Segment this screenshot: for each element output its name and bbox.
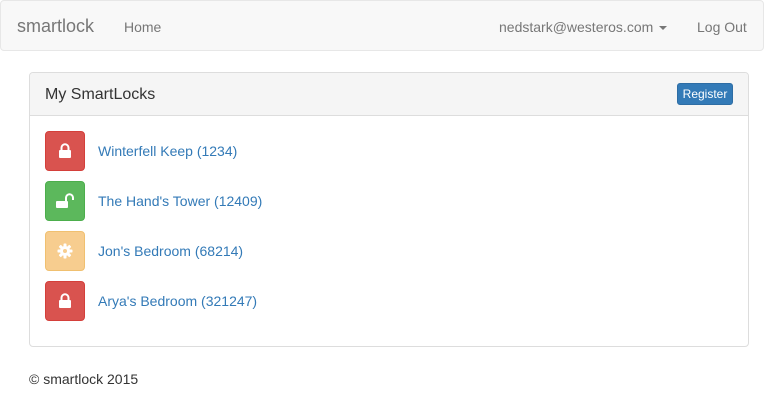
logout-link[interactable]: Log Out [697,18,747,36]
navbar: smartlock Home nedstark@westeros.com Log… [0,0,764,51]
panel-heading: My SmartLocks Register [30,73,748,116]
lock-status-button[interactable] [45,281,85,321]
lock-status-button[interactable] [45,131,85,171]
register-button[interactable]: Register [677,83,733,105]
lock-icon [59,293,71,308]
panel-title: My SmartLocks [45,86,156,103]
user-dropdown[interactable]: nedstark@westeros.com [499,18,668,36]
lock-item-winterfell-keep: Winterfell Keep (1234) [45,131,725,171]
lock-link[interactable]: Jon's Bedroom (68214) [98,242,243,260]
user-email: nedstark@westeros.com [499,19,654,35]
lock-status-button[interactable] [45,231,85,271]
smartlocks-panel: My SmartLocks Register Winterfell Keep (… [29,72,749,347]
lock-item-jons-bedroom: Jon's Bedroom (68214) [45,231,725,271]
lock-link[interactable]: Arya's Bedroom (321247) [98,292,257,310]
caret-down-icon [659,26,668,31]
lock-item-aryas-bedroom: Arya's Bedroom (321247) [45,281,725,321]
gear-icon [57,243,73,259]
lock-icon [59,143,71,158]
lock-link[interactable]: The Hand's Tower (12409) [98,192,262,210]
lock-item-hands-tower: The Hand's Tower (12409) [45,181,725,221]
lock-link[interactable]: Winterfell Keep (1234) [98,142,237,160]
nav-home-link[interactable]: Home [124,18,161,36]
brand-link[interactable]: smartlock [17,15,94,37]
unlock-icon [56,193,74,208]
lock-status-button[interactable] [45,181,85,221]
footer-copyright: © smartlock 2015 [29,371,139,387]
